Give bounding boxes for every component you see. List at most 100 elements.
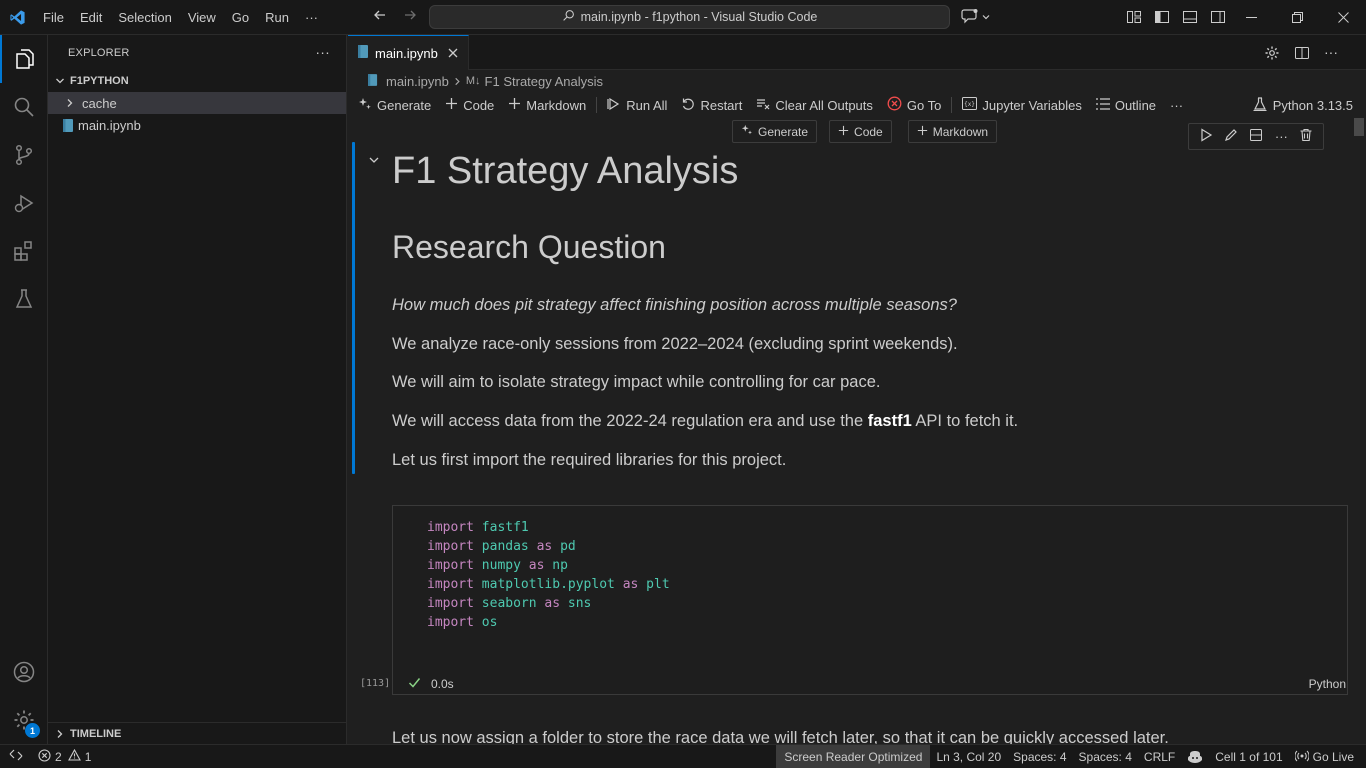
tab-main-ipynb[interactable]: main.ipynb	[348, 35, 469, 70]
insert-markdown-button[interactable]: Markdown	[907, 120, 998, 143]
extensions-icon[interactable]	[0, 227, 48, 275]
copilot-chat-button[interactable]	[961, 8, 991, 27]
run-all-button[interactable]: Run All	[607, 97, 667, 114]
clear-all-icon	[756, 97, 770, 114]
indentation-1[interactable]: Spaces: 4	[1007, 745, 1072, 768]
check-icon	[408, 676, 421, 692]
menu-more[interactable]: ···	[297, 0, 326, 35]
menu-go[interactable]: Go	[224, 0, 257, 35]
command-center-search[interactable]: main.ipynb - f1python - Visual Studio Co…	[429, 5, 950, 29]
fold-chevron-icon[interactable]	[368, 154, 380, 169]
tree-item-main-ipynb[interactable]: main.ipynb	[48, 114, 346, 136]
code-cell[interactable]: import fastf1 import pandas as pd import…	[392, 505, 1348, 695]
split-editor-icon[interactable]	[1294, 45, 1310, 64]
gear-icon[interactable]	[1264, 45, 1280, 64]
insert-generate-button[interactable]: Generate	[732, 120, 818, 143]
outline-button[interactable]: Outline	[1095, 97, 1157, 113]
toggle-primary-sidebar-icon[interactable]	[1154, 9, 1170, 28]
search-icon	[562, 9, 575, 25]
toggle-secondary-sidebar-icon[interactable]	[1210, 9, 1226, 28]
toolbar-separator	[951, 97, 953, 113]
window-controls	[1228, 0, 1366, 35]
go-to-button[interactable]: Go To	[887, 96, 941, 114]
go-live-button[interactable]: Go Live	[1289, 745, 1366, 768]
cursor-position[interactable]: Ln 3, Col 20	[930, 745, 1007, 768]
menu-run[interactable]: Run	[257, 0, 297, 35]
generate-button[interactable]: Generate	[358, 97, 431, 114]
minimize-icon[interactable]	[1228, 0, 1274, 35]
add-code-button[interactable]: Code	[445, 97, 494, 113]
paragraph-3: We will access data from the 2022-24 reg…	[392, 412, 1018, 431]
tab-label: main.ipynb	[375, 45, 438, 61]
tree-item-cache[interactable]: cache	[48, 92, 346, 114]
chevron-down-icon	[981, 10, 991, 25]
kernel-picker[interactable]: Python 3.13.5	[1253, 97, 1353, 114]
manage-gear-icon[interactable]: 1	[0, 696, 48, 744]
menu-selection[interactable]: Selection	[110, 0, 179, 35]
tree-item-label: cache	[82, 95, 117, 111]
close-tab-icon[interactable]	[448, 46, 458, 61]
menu-file[interactable]: File	[35, 0, 72, 35]
screen-reader-status[interactable]: Screen Reader Optimized	[776, 745, 931, 768]
chat-icon	[961, 8, 979, 27]
remote-indicator[interactable]	[0, 745, 32, 768]
run-debug-icon[interactable]	[0, 179, 48, 227]
menu-bar: File Edit Selection View Go Run ···	[35, 0, 326, 35]
next-markdown-text: Let us now assign a folder to store the …	[392, 729, 1169, 744]
editor-scrollbar[interactable]	[1352, 118, 1366, 744]
paragraph-2: We will aim to isolate strategy impact w…	[392, 373, 881, 391]
workspace-root[interactable]: F1PYTHON	[48, 70, 346, 92]
toggle-panel-icon[interactable]	[1182, 9, 1198, 28]
status-right: Screen Reader Optimized Ln 3, Col 20 Spa…	[776, 745, 1366, 768]
more-actions-icon[interactable]: ···	[1324, 45, 1338, 64]
testing-flask-icon[interactable]	[0, 275, 48, 323]
layout-controls	[1126, 9, 1226, 28]
outline-label: Outline	[1114, 97, 1157, 113]
breadcrumb-file[interactable]: main.ipynb	[386, 74, 449, 89]
customize-layout-icon[interactable]	[1126, 9, 1142, 28]
menu-edit[interactable]: Edit	[72, 0, 110, 35]
copilot-status-icon[interactable]	[1181, 745, 1209, 768]
insert-code-button[interactable]: Code	[829, 120, 892, 143]
search-view-icon[interactable]	[0, 83, 48, 131]
tab-actions: ···	[1264, 45, 1338, 64]
explorer-sidebar: EXPLORER ··· F1PYTHON cache main.ipynb T…	[48, 35, 347, 744]
clear-outputs-button[interactable]: Clear All Outputs	[756, 97, 873, 114]
cell-language-label[interactable]: Python	[1309, 677, 1346, 691]
timeline-section[interactable]: TIMELINE	[48, 722, 347, 744]
paragraph-3-start: We will access data from the 2022-24 reg…	[392, 412, 868, 430]
end-of-line[interactable]: CRLF	[1138, 745, 1181, 768]
toolbar-more-button[interactable]: ···	[1170, 98, 1183, 113]
forward-arrow-icon[interactable]	[402, 7, 418, 28]
restore-icon[interactable]	[1274, 0, 1320, 35]
menu-view[interactable]: View	[180, 0, 224, 35]
close-window-icon[interactable]	[1320, 0, 1366, 35]
explorer-icon[interactable]	[0, 35, 48, 83]
code-keyword: as	[528, 558, 545, 573]
remote-icon	[9, 748, 23, 765]
scrollbar-thumb[interactable]	[1354, 118, 1364, 136]
explorer-more-button[interactable]: ···	[315, 44, 330, 60]
markdown-cell[interactable]: F1 Strategy Analysis Research Question H…	[348, 142, 1348, 474]
account-icon[interactable]	[0, 648, 48, 696]
error-count: 2	[55, 749, 62, 764]
code-line: import numpy as np	[427, 556, 670, 575]
indentation-2[interactable]: Spaces: 4	[1073, 745, 1138, 768]
breadcrumb: main.ipynb M↓ F1 Strategy Analysis	[348, 70, 1366, 92]
code-editor[interactable]: import fastf1 import pandas as pd import…	[427, 518, 670, 632]
code-keyword: import	[427, 615, 474, 630]
code-keyword: import	[427, 520, 474, 535]
research-question-text: How much does pit strategy affect finish…	[392, 296, 957, 314]
source-control-icon[interactable]	[0, 131, 48, 179]
broadcast-icon	[1293, 749, 1310, 766]
add-markdown-button[interactable]: Markdown	[508, 97, 586, 113]
restart-button[interactable]: Restart	[681, 97, 742, 114]
problems-indicator[interactable]: 2 1	[32, 745, 97, 768]
jupyter-variables-button[interactable]: {x} Jupyter Variables	[962, 97, 1082, 113]
svg-text:{x}: {x}	[964, 101, 975, 108]
cell-indicator[interactable]: Cell 1 of 101	[1209, 745, 1288, 768]
code-module: seaborn	[481, 596, 537, 611]
breadcrumb-section[interactable]: F1 Strategy Analysis	[485, 74, 604, 89]
error-circle-icon	[887, 96, 902, 114]
back-arrow-icon[interactable]	[372, 7, 388, 28]
